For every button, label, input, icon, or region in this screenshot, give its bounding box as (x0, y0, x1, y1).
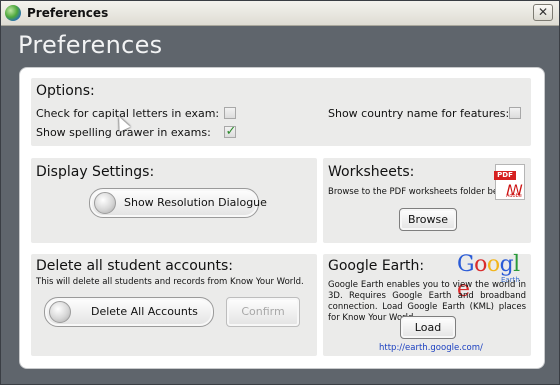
pdf-caption: Adobe (506, 193, 522, 199)
logo-letter: G (457, 252, 475, 277)
delete-accounts-description: This will delete all students and record… (36, 277, 304, 287)
monitor-icon (94, 192, 116, 214)
title-bar[interactable]: Preferences ✕ (1, 1, 559, 26)
show-resolution-label: Show Resolution Dialogue (124, 196, 267, 209)
logo-letter: o (486, 252, 500, 277)
worksheets-title: Worksheets: (328, 164, 415, 180)
check-capitals-checkbox[interactable] (224, 107, 236, 119)
delete-accounts-title: Delete all student accounts: (36, 258, 234, 274)
pdf-icon: PDF ꟿ Adobe (494, 164, 525, 200)
delete-all-accounts-label: Delete All Accounts (91, 305, 198, 318)
show-resolution-button[interactable]: Show Resolution Dialogue (89, 188, 267, 218)
worksheets-panel: Worksheets: Browse to the PDF worksheets… (323, 158, 531, 243)
options-title: Options: (36, 83, 95, 99)
display-settings-title: Display Settings: (36, 164, 155, 180)
pdf-badge: PDF (494, 171, 516, 180)
window-title: Preferences (27, 6, 109, 20)
preferences-window: Preferences ✕ Preferences Options: Check… (0, 0, 560, 385)
google-earth-link[interactable]: http://earth.google.com/ (379, 343, 483, 353)
google-earth-panel: Google Earth: Google Earth Google Earth … (323, 252, 531, 356)
show-country-label: Show country name for features: (328, 107, 510, 120)
show-country-checkbox[interactable] (509, 107, 521, 119)
checkmark-icon: ✓ (225, 124, 237, 139)
logo-letter: o (474, 252, 487, 277)
load-button[interactable]: Load (400, 316, 456, 339)
logo-letter: l (513, 252, 520, 277)
confirm-button[interactable]: Confirm (226, 297, 300, 327)
check-capitals-label: Check for capital letters in exam: (36, 107, 220, 120)
preferences-content: Options: Check for capital letters in ex… (19, 67, 545, 369)
display-settings-panel: Display Settings: Show Resolution Dialog… (31, 158, 317, 243)
browse-button[interactable]: Browse (399, 208, 457, 231)
page-title: Preferences (18, 31, 163, 59)
close-button[interactable]: ✕ (533, 4, 553, 21)
logo-letter: g (499, 252, 514, 277)
delete-accounts-panel: Delete all student accounts: This will d… (31, 254, 317, 356)
trash-icon (49, 301, 71, 323)
globe-app-icon (5, 5, 21, 21)
options-panel: Options: Check for capital letters in ex… (31, 78, 531, 146)
worksheets-description: Browse to the PDF worksheets folder belo… (328, 187, 515, 197)
google-earth-title: Google Earth: (328, 258, 425, 274)
delete-all-accounts-button[interactable]: Delete All Accounts (44, 297, 214, 327)
show-spelling-checkbox[interactable]: ✓ (224, 124, 237, 139)
